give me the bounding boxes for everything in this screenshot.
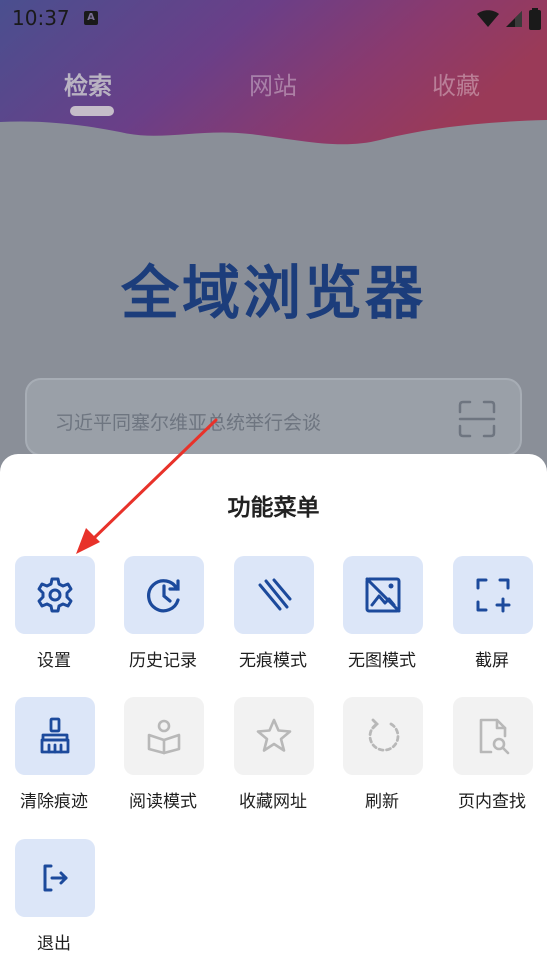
menu-tile[interactable] (15, 839, 95, 917)
menu-tile[interactable] (453, 556, 533, 634)
menu-tile[interactable] (343, 697, 423, 775)
menu-label: 无图模式 (348, 651, 416, 671)
menu-label: 历史记录 (129, 651, 197, 671)
exit-icon (43, 864, 68, 892)
reading-icon (147, 719, 181, 755)
menu-label: 刷新 (365, 792, 399, 812)
function-menu-sheet: 功能菜单 设置 历史记录 无痕模式 无图模式 截屏 清除痕迹 阅读模式 收藏网址… (0, 454, 547, 972)
gear-icon (37, 577, 73, 613)
menu-tile[interactable] (124, 697, 204, 775)
tab-websites[interactable]: 网站 (249, 66, 297, 101)
menu-tile[interactable] (234, 556, 314, 634)
top-tabs: 检索 网站 收藏 (0, 66, 547, 106)
menu-label: 截屏 (475, 651, 509, 671)
menu-label: 退出 (37, 934, 71, 954)
signal-icon (506, 11, 522, 27)
notification-badge: A (84, 11, 98, 25)
active-tab-indicator (70, 106, 114, 116)
battery-icon (529, 8, 541, 30)
search-input[interactable]: 习近平同塞尔维亚总统举行会谈 (55, 408, 321, 435)
refresh-icon (368, 718, 400, 752)
menu-label: 收藏网址 (239, 792, 307, 812)
status-time: 10:37 (12, 6, 70, 30)
incognito-icon (258, 578, 292, 611)
menu-label: 清除痕迹 (20, 792, 88, 812)
menu-label: 设置 (37, 651, 71, 671)
menu-tile[interactable] (234, 697, 314, 775)
screenshot-icon (476, 578, 511, 613)
tab-favorites[interactable]: 收藏 (432, 66, 480, 101)
menu-tile[interactable] (15, 697, 95, 775)
find-in-page-icon (479, 718, 510, 755)
menu-title: 功能菜单 (227, 495, 320, 521)
broom-icon (40, 717, 70, 754)
scan-icon[interactable] (458, 400, 496, 438)
app-title: 全域浏览器 (120, 259, 426, 327)
wifi-icon (477, 10, 499, 27)
search-box[interactable]: 习近平同塞尔维亚总统举行会谈 (25, 378, 522, 456)
star-icon (256, 718, 292, 752)
menu-tile[interactable] (124, 556, 204, 634)
history-icon (147, 579, 180, 613)
menu-label: 无痕模式 (239, 651, 307, 671)
menu-tile[interactable] (453, 697, 533, 775)
status-bar: 10:37 A (0, 0, 547, 36)
menu-tile[interactable] (343, 556, 423, 634)
menu-label: 阅读模式 (129, 792, 197, 812)
no-image-icon (365, 577, 401, 613)
menu-tile[interactable] (15, 556, 95, 634)
menu-label: 页内查找 (458, 792, 526, 812)
tab-search[interactable]: 检索 (64, 66, 112, 101)
